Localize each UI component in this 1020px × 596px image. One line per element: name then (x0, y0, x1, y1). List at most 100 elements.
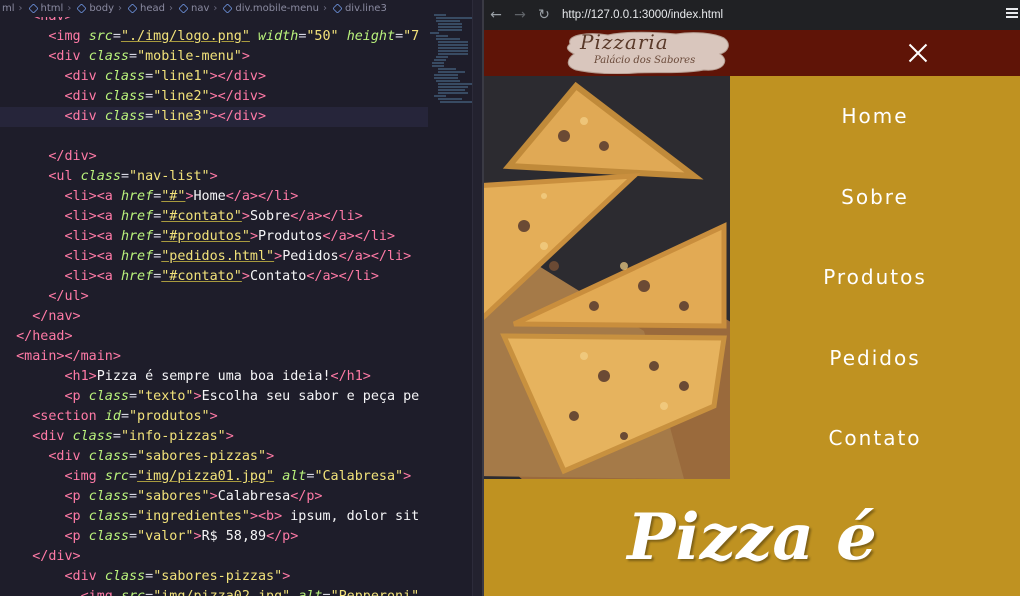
browser-menu-icon[interactable] (1006, 8, 1018, 20)
back-arrow-icon[interactable]: ← (484, 3, 508, 27)
code-line[interactable]: <li><a href="#">Home</a></li> (0, 187, 428, 207)
minimap[interactable] (430, 14, 476, 254)
code-token: "mobile-menu" (137, 49, 242, 64)
minimap-row (438, 50, 468, 52)
code-line[interactable]: <p class="texto">Escolha seu sabor e peç… (0, 387, 428, 407)
code-token: "7 (403, 29, 420, 44)
code-line[interactable]: <div class="line2"></div> (0, 87, 428, 107)
code-line[interactable]: </div> (0, 147, 428, 167)
editor-scrollbar[interactable] (472, 0, 482, 596)
logo[interactable]: Pizzaria Palácio dos Sabores (564, 30, 732, 74)
forward-arrow-icon[interactable]: → (508, 3, 532, 27)
code-token: ></div> (209, 109, 267, 124)
breadcrumb-item[interactable]: › html (15, 3, 64, 14)
code-token: height (346, 29, 396, 44)
code-line[interactable]: <div class="sabores-pizzas"> (0, 567, 428, 587)
code-line[interactable]: </nav> (0, 307, 428, 327)
chevron-right-icon: › (322, 3, 327, 14)
element-icon (127, 3, 138, 14)
breadcrumb-item[interactable]: › nav (165, 3, 209, 14)
minimap-row (436, 56, 448, 58)
code-line[interactable]: <li><a href="#produtos">Produtos</a></li… (0, 227, 428, 247)
code-line[interactable]: <p class="sabores">Calabresa</p> (0, 487, 428, 507)
site-header: Pizzaria Palácio dos Sabores (484, 30, 1020, 76)
code-token: "sabores-pizzas" (137, 449, 267, 464)
code-token: > (249, 229, 258, 244)
reload-icon[interactable]: ↻ (532, 3, 556, 27)
code-token: <div (64, 69, 105, 84)
code-token: </a></li> (322, 229, 396, 244)
code-line[interactable]: <div class="sabores-pizzas"> (0, 447, 428, 467)
minimap-row (438, 47, 468, 49)
code-token: > (241, 269, 250, 284)
address-bar[interactable]: http://127.0.0.1:3000/index.html (562, 9, 723, 21)
code-token: width (258, 29, 299, 44)
code-line[interactable]: <div class="info-pizzas"> (0, 427, 428, 447)
breadcrumb-item[interactable]: › div.mobile-menu (209, 3, 319, 14)
code-line[interactable]: <div class="line1"></div> (0, 67, 428, 87)
code-line[interactable]: <section id="produtos"> (0, 407, 428, 427)
code-line[interactable] (0, 127, 428, 147)
code-token: "valor" (137, 529, 194, 544)
code-line[interactable]: <li><a href="#contato">Contato</a></li> (0, 267, 428, 287)
minimap-row (438, 44, 468, 46)
nav-link-sobre[interactable]: Sobre (841, 185, 909, 209)
code-line[interactable]: <img src="img/pizza01.jpg" alt="Calabres… (0, 467, 428, 487)
code-token: <div (64, 109, 105, 124)
code-line[interactable]: <h1>Pizza é sempre uma boa ideia!</h1> (0, 367, 428, 387)
code-line[interactable]: <img src="./img/logo.png" width="50" hei… (0, 27, 428, 47)
nav-link-produtos[interactable]: Produtos (823, 265, 927, 289)
breadcrumb-item[interactable]: › head (114, 3, 165, 14)
code-token: = (112, 29, 121, 44)
minimap-row (438, 23, 462, 25)
nav-link-pedidos[interactable]: Pedidos (829, 346, 920, 370)
nav-link-contato[interactable]: Contato (828, 426, 921, 450)
code-editor[interactable]: <nav> <img src="./img/logo.png" width="5… (0, 0, 482, 596)
code-token: "info-pizzas" (120, 429, 226, 444)
code-token: > (209, 409, 218, 424)
code-token: Contato (249, 269, 307, 284)
logo-subtitle: Palácio dos Sabores (594, 55, 696, 66)
breadcrumb[interactable]: ml › html › body › head › nav › div.mobile-menu › di… (0, 0, 482, 17)
code-token: <div (48, 49, 89, 64)
code-token: "#produtos" (161, 229, 250, 244)
code-token: = (145, 89, 154, 104)
breadcrumb-item[interactable]: › div.line3 (319, 3, 387, 14)
code-token: ></div> (209, 89, 267, 104)
nav-link-home[interactable]: Home (841, 104, 908, 128)
chevron-right-icon: › (169, 3, 174, 14)
code-line[interactable]: <main></main> (0, 347, 428, 367)
code-line[interactable]: <div class="mobile-menu"> (0, 47, 428, 67)
code-token: <main></main> (16, 349, 121, 364)
code-area[interactable]: <nav> <img src="./img/logo.png" width="5… (0, 7, 428, 596)
code-line[interactable]: </div> (0, 547, 428, 567)
breadcrumb-item[interactable]: › body (63, 3, 114, 14)
code-line[interactable]: <li><a href="#contato">Sobre</a></li> (0, 207, 428, 227)
breadcrumb-item[interactable]: ml (2, 3, 15, 14)
code-line[interactable]: <div class="line3"></div> (0, 107, 428, 127)
code-token: "#contato" (161, 269, 242, 284)
code-line[interactable]: </head> (0, 327, 428, 347)
code-token: alt (298, 589, 322, 596)
element-icon (178, 3, 189, 14)
code-token: href (120, 269, 154, 284)
code-token: </a></li> (225, 189, 299, 204)
code-line[interactable]: <img src="img/pizza02.jpg" alt="Pepperon… (0, 587, 428, 596)
code-line[interactable]: </ul> (0, 287, 428, 307)
code-line[interactable]: <li><a href="pedidos.html">Pedidos</a></… (0, 247, 428, 267)
code-token: class (104, 69, 146, 84)
code-line[interactable]: <ul class="nav-list"> (0, 167, 428, 187)
code-line[interactable]: <p class="valor">R$ 58,89</p> (0, 527, 428, 547)
close-menu-icon[interactable] (902, 38, 932, 68)
code-token: <div (64, 569, 105, 584)
code-token: </a></li> (338, 249, 412, 264)
code-line[interactable]: <p class="ingredientes"><b> ipsum, dolor… (0, 507, 428, 527)
